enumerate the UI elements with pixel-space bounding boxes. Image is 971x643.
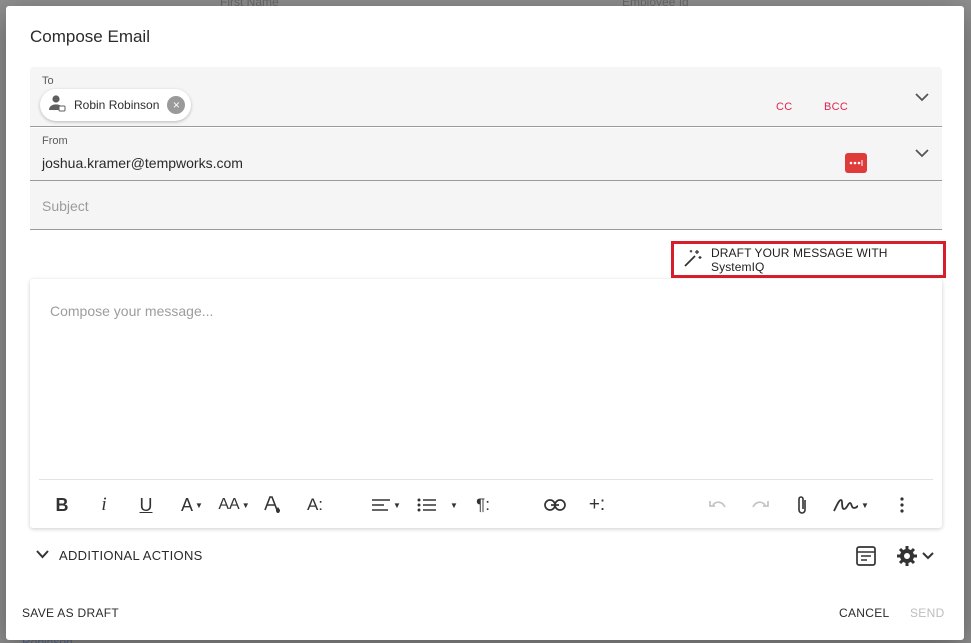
to-label: To (42, 75, 54, 87)
paragraph-button[interactable]: ¶: (470, 487, 496, 523)
to-field[interactable]: To Robin Robinson × CC BCC (30, 67, 942, 127)
signature-options-icon[interactable] (845, 153, 867, 173)
bold-button[interactable]: B (50, 487, 74, 523)
recipient-name: Robin Robinson (74, 98, 160, 112)
chevron-down-icon[interactable] (912, 143, 932, 163)
caret-down-icon: ▼ (241, 500, 250, 510)
text-size-button[interactable]: A: (302, 487, 328, 523)
cc-button[interactable]: CC (776, 101, 793, 113)
font-color-button[interactable]: A ▼ (174, 487, 210, 523)
signature-icon[interactable]: ▼ (830, 487, 872, 523)
font-size-button[interactable]: AA ▼ (214, 487, 254, 523)
undo-icon[interactable] (706, 487, 730, 523)
caret-down-icon: ▼ (393, 500, 401, 510)
save-as-draft-button[interactable]: SAVE AS DRAFT (22, 606, 119, 620)
list-options-caret-icon[interactable]: ▼ (446, 487, 460, 523)
align-button[interactable]: ▼ (368, 487, 404, 523)
font-size-label: AA (218, 496, 240, 513)
chevron-down-icon[interactable] (912, 87, 932, 107)
formatting-toolbar: B i U A ▼ AA ▼ A: ▼ ▼ ¶: +: ▼ (30, 487, 942, 523)
additional-actions-toggle[interactable]: ADDITIONAL ACTIONS (36, 546, 203, 564)
send-button[interactable]: SEND (910, 606, 945, 620)
draft-with-systemiq-button[interactable]: DRAFT YOUR MESSAGE WITH SystemIQ (671, 241, 946, 278)
chevron-down-icon (36, 546, 49, 564)
recipient-chip[interactable]: Robin Robinson × (40, 89, 192, 121)
toolbar-divider (39, 479, 933, 480)
link-icon[interactable] (542, 487, 568, 523)
template-icon[interactable] (853, 543, 879, 569)
additional-actions-label: ADDITIONAL ACTIONS (59, 547, 203, 563)
more-options-icon[interactable] (892, 487, 912, 523)
from-field[interactable]: From joshua.kramer@tempworks.com (30, 128, 942, 181)
underline-button[interactable]: U (134, 487, 158, 523)
settings-gear-icon[interactable] (892, 543, 938, 569)
attachment-icon[interactable] (790, 487, 814, 523)
remove-recipient-icon[interactable]: × (167, 96, 186, 114)
redo-icon[interactable] (748, 487, 772, 523)
compose-email-dialog: Compose Email To Robin Robinson × CC BCC… (6, 6, 964, 640)
caret-down-icon: ▼ (861, 500, 869, 510)
subject-field[interactable]: Subject (30, 181, 942, 230)
draft-button-label: DRAFT YOUR MESSAGE WITH SystemIQ (711, 245, 888, 274)
caret-down-icon: ▼ (195, 500, 203, 510)
message-editor[interactable]: Compose your message... B i U A ▼ AA ▼ A: … (30, 279, 942, 528)
magic-wand-icon (683, 248, 703, 271)
message-body-input[interactable]: Compose your message... (50, 303, 213, 319)
dialog-title: Compose Email (30, 27, 150, 46)
insert-button[interactable]: +: (584, 487, 610, 523)
italic-button[interactable]: i (92, 487, 116, 523)
font-color-label: A (181, 494, 194, 515)
highlight-color-icon[interactable] (260, 487, 284, 523)
person-icon (48, 94, 66, 117)
from-value: joshua.kramer@tempworks.com (42, 155, 243, 171)
cancel-button[interactable]: CANCEL (839, 606, 889, 620)
bcc-button[interactable]: BCC (824, 101, 848, 113)
bulleted-list-icon[interactable] (414, 487, 440, 523)
from-label: From (42, 135, 68, 147)
subject-input[interactable]: Subject (42, 198, 89, 214)
